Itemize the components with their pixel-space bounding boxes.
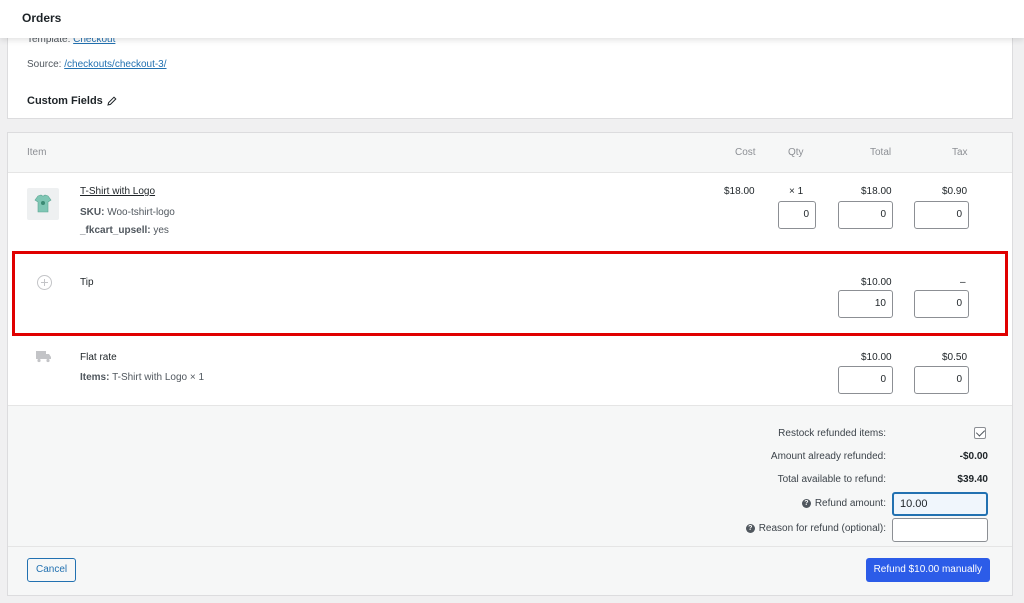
- product-thumbnail: [27, 188, 59, 220]
- top-bar: Orders: [0, 0, 1024, 38]
- product-tax: $0.90: [942, 186, 968, 197]
- product-name-link[interactable]: T-Shirt with Logo: [80, 186, 155, 197]
- source-label: Source:: [27, 59, 62, 70]
- pencil-icon[interactable]: [107, 96, 117, 106]
- truck-icon: [36, 351, 51, 363]
- shipping-total-refund-input[interactable]: 0: [838, 366, 893, 394]
- column-item: Item: [27, 147, 47, 158]
- available-refund-label: Total available to refund:: [777, 474, 886, 485]
- plus-circle-icon: [37, 275, 52, 290]
- already-refunded-value: -$0.00: [959, 451, 988, 462]
- shipping-tax-refund-input[interactable]: 0: [914, 366, 969, 394]
- shipping-total: $10.00: [861, 352, 892, 363]
- cancel-button[interactable]: Cancel: [27, 558, 77, 582]
- refund-manually-button[interactable]: Refund $10.00 manually: [865, 558, 990, 582]
- product-cost: $18.00: [724, 186, 755, 197]
- shipping-tax: $0.50: [942, 352, 968, 363]
- product-qty: × 1: [789, 186, 804, 197]
- product-total-refund-input[interactable]: 0: [838, 201, 893, 229]
- refund-amount-label-row: ? Refund amount:: [801, 498, 886, 509]
- tshirt-icon: [34, 194, 52, 213]
- fee-name: Tip: [80, 277, 94, 288]
- shipping-name: Flat rate: [80, 352, 117, 363]
- column-cost: Cost: [735, 147, 756, 158]
- column-tax: Tax: [952, 147, 968, 158]
- refund-reason-label: Reason for refund (optional):: [758, 523, 886, 534]
- fee-tax: –: [960, 277, 966, 288]
- product-meta: _fkcart_upsell: yes: [80, 225, 169, 236]
- meta-value: yes: [153, 225, 169, 236]
- already-refunded-label: Amount already refunded:: [770, 451, 886, 462]
- fee-total-refund-input[interactable]: 10: [838, 290, 893, 318]
- source-row: Source: /checkouts/checkout-3/: [27, 59, 167, 70]
- custom-fields-label: Custom Fields: [27, 95, 103, 107]
- order-meta-panel: Template: Checkout Source: /checkouts/ch…: [7, 30, 1013, 119]
- available-refund-value: $39.40: [957, 474, 988, 485]
- meta-key: _fkcart_upsell:: [80, 225, 151, 236]
- shipping-items: Items: T-Shirt with Logo × 1: [80, 372, 204, 383]
- order-items-panel: Item Cost Qty Total Tax T-Shirt with Log…: [7, 132, 1013, 596]
- question-icon: ?: [745, 523, 755, 533]
- question-icon: ?: [801, 498, 811, 508]
- page-title: Orders: [22, 11, 62, 25]
- restock-label: Restock refunded items:: [778, 428, 886, 439]
- source-link[interactable]: /checkouts/checkout-3/: [64, 59, 166, 70]
- refund-amount-input[interactable]: 10.00: [892, 492, 988, 516]
- refund-reason-label-row: ? Reason for refund (optional):: [745, 523, 886, 534]
- sku-value: Woo-tshirt-logo: [107, 207, 175, 218]
- shipping-items-label: Items:: [80, 372, 110, 383]
- custom-fields-heading: Custom Fields: [27, 95, 117, 107]
- product-tax-refund-input[interactable]: 0: [914, 201, 969, 229]
- refund-divider: [8, 546, 1012, 547]
- refund-amount-label: Refund amount:: [814, 498, 886, 509]
- product-qty-refund-input[interactable]: 0: [778, 201, 816, 229]
- restock-checkbox[interactable]: [974, 427, 986, 439]
- shipping-items-value: T-Shirt with Logo × 1: [112, 372, 205, 383]
- fee-tax-refund-input[interactable]: 0: [914, 290, 969, 318]
- column-qty: Qty: [788, 147, 804, 158]
- refund-panel: Restock refunded items: Amount already r…: [8, 405, 1012, 595]
- items-table-header: Item Cost Qty Total Tax: [8, 133, 1012, 173]
- product-total: $18.00: [861, 186, 892, 197]
- column-total: Total: [870, 147, 892, 158]
- sku-label: SKU:: [80, 207, 105, 218]
- fee-total: $10.00: [861, 277, 892, 288]
- refund-reason-input[interactable]: [892, 518, 988, 542]
- product-sku: SKU: Woo-tshirt-logo: [80, 207, 175, 218]
